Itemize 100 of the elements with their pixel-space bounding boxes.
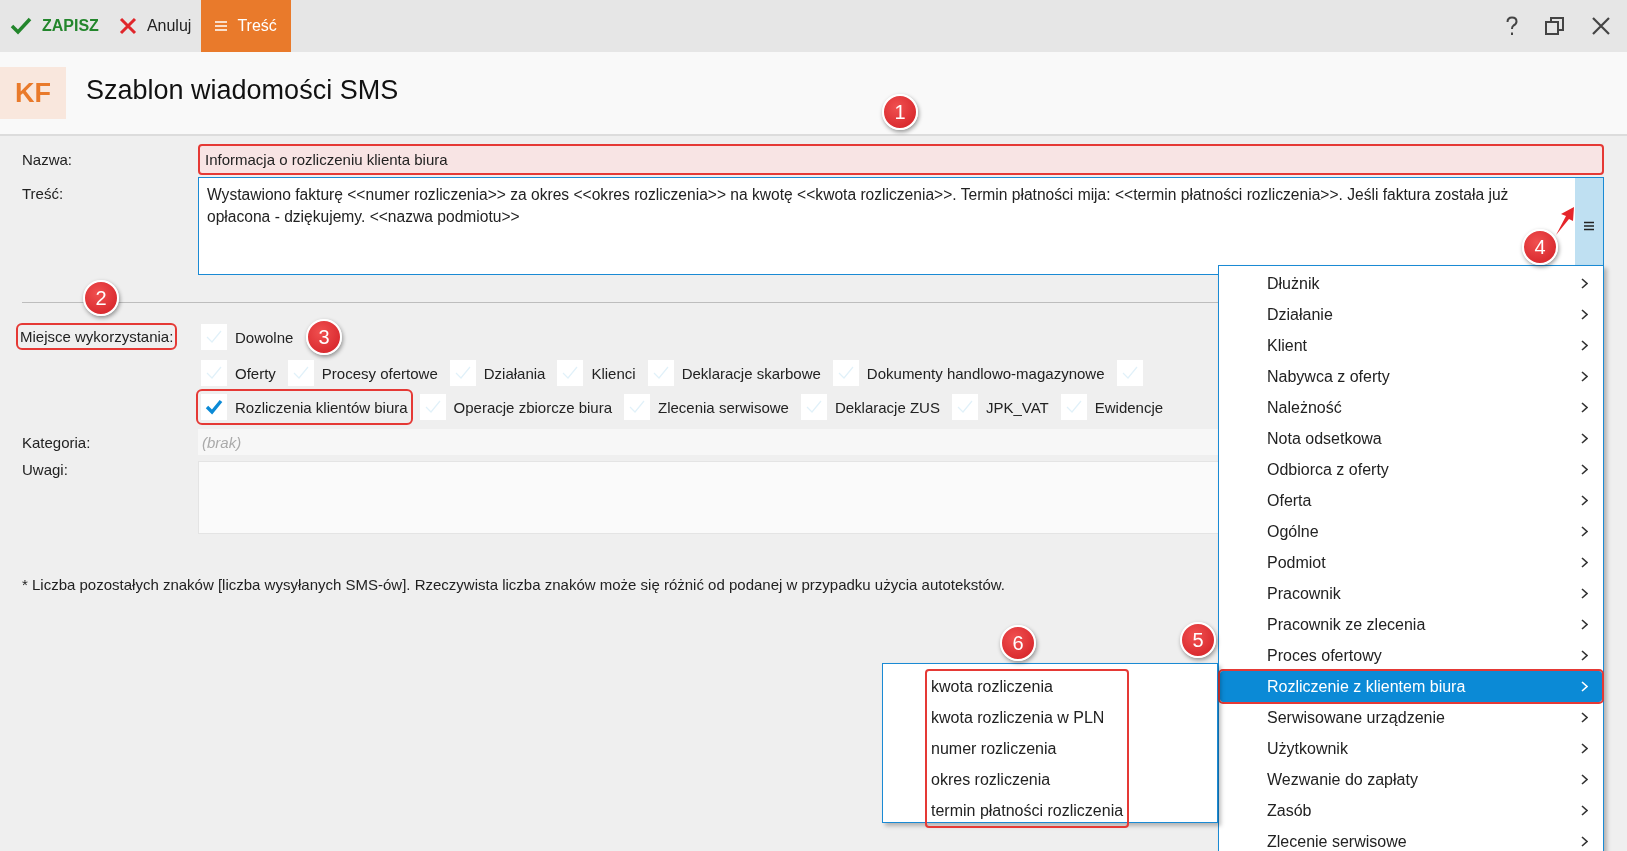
menu-item[interactable]: Serwisowane urządzenie <box>1220 702 1602 733</box>
checkbox-label[interactable]: Ewidencje <box>1094 398 1164 416</box>
checkbox-label[interactable]: Dokumenty handlowo-magazynowe <box>866 364 1105 382</box>
menu-item[interactable]: Wezwanie do zapłaty <box>1220 764 1602 795</box>
name-label: Nazwa: <box>22 151 73 168</box>
menu-item[interactable]: Należność <box>1220 392 1602 423</box>
category-label: Kategoria: <box>22 433 91 451</box>
message-text: Wystawiono fakturę <<numer rozliczenia>> za okres <<okres rozliczenia>> na kwotę <<kwota rozliczenia>>. Termin płatności mija: <<termin płatności rozliczenia>>. Jeśli faktura została już opłacona - dziękujemy. <<nazwa podmiotu>> <box>207 186 1509 225</box>
window-title: Szablon wiadomości SMS <box>86 74 399 106</box>
checkbox[interactable] <box>287 360 314 386</box>
menu-item[interactable]: Proces ofertowy <box>1220 640 1602 671</box>
menu-item[interactable]: Ogólne <box>1220 516 1602 547</box>
chevron-right-icon <box>1581 464 1588 475</box>
checkbox-label[interactable]: Dowolne <box>235 328 294 346</box>
menu-item[interactable]: Zlecenie serwisowe <box>1220 826 1602 851</box>
faint-check-icon <box>836 365 855 381</box>
checkbox-option[interactable]: Deklaracje skarbowe <box>644 357 824 389</box>
restore-window-icon[interactable] <box>1545 16 1565 36</box>
checkbox[interactable] <box>1060 394 1087 420</box>
faint-check-icon <box>955 399 974 415</box>
checkbox-option[interactable]: Deklaracje ZUS <box>797 391 943 423</box>
menu-icon <box>1584 221 1594 231</box>
name-field[interactable]: Informacja o rozliczeniu klienta biura <box>198 144 1604 175</box>
checkbox[interactable] <box>800 394 827 420</box>
checkbox[interactable] <box>951 394 978 420</box>
faint-check-icon <box>804 399 823 415</box>
chevron-right-icon <box>1581 433 1588 444</box>
menu-item[interactable]: Rozliczenie z klientem biura <box>1220 671 1602 702</box>
faint-check-icon <box>628 399 646 415</box>
faint-check-icon <box>205 329 223 345</box>
checkbox-label[interactable]: Działania <box>483 364 546 382</box>
submenu-item[interactable]: okres rozliczenia <box>931 764 1124 795</box>
pointer-arrow <box>1554 206 1576 236</box>
checkbox-label[interactable]: JPK_VAT <box>985 398 1049 416</box>
checkbox-label[interactable]: Deklaracje ZUS <box>834 398 940 416</box>
menu-item[interactable]: Zasób <box>1220 795 1602 826</box>
faint-check-icon <box>651 365 670 381</box>
annotation-badge: 2 <box>83 280 119 316</box>
checkbox-option[interactable]: Dokumenty handlowo-magazynowe <box>829 357 1108 389</box>
chevron-right-icon <box>1581 805 1588 816</box>
checkbox-option[interactable]: Rozliczenia klientów biura <box>198 391 411 423</box>
menu-item[interactable]: Pracownik <box>1220 578 1602 609</box>
chevron-right-icon <box>1581 340 1588 351</box>
logo-badge: KF <box>0 67 66 119</box>
checkbox[interactable] <box>201 324 227 350</box>
checkbox-label[interactable]: Rozliczenia klientów biura <box>235 398 408 416</box>
checkbox-label[interactable]: Klienci <box>591 364 636 382</box>
menu-item[interactable]: Podmiot <box>1220 547 1602 578</box>
chevron-right-icon <box>1581 557 1588 568</box>
faint-check-icon <box>291 365 310 381</box>
checkbox[interactable] <box>832 360 859 386</box>
chevron-right-icon <box>1581 774 1588 785</box>
checkbox-option[interactable]: Oferty <box>198 357 279 389</box>
menu-item[interactable]: Dłużnik <box>1220 268 1602 299</box>
checkbox-label[interactable]: Deklaracje skarbowe <box>681 364 821 382</box>
checkbox-option[interactable]: Działania <box>446 357 549 389</box>
checkbox[interactable] <box>201 360 227 386</box>
checkbox-option[interactable]: Dowolne <box>198 321 297 353</box>
checkbox-option[interactable]: Operacje zbiorcze biura <box>416 391 615 423</box>
checkbox-label[interactable]: Operacje zbiorcze biura <box>453 398 612 416</box>
annotation-badge: 5 <box>1180 622 1216 658</box>
checkbox-option[interactable]: Klienci <box>554 357 639 389</box>
checkbox-option[interactable]: Ewidencje <box>1057 391 1167 423</box>
message-field[interactable] <box>198 177 1604 275</box>
checkbox-label[interactable]: Oferty <box>235 364 276 382</box>
submenu-item[interactable]: termin płatności rozliczenia <box>931 795 1124 826</box>
menu-item[interactable]: Użytkownik <box>1220 733 1602 764</box>
close-icon <box>118 17 137 35</box>
checkbox-option[interactable]: Procesy ofertowe <box>284 357 441 389</box>
submenu-item[interactable]: kwota rozliczenia w PLN <box>931 702 1124 733</box>
menu-item[interactable]: Oferta <box>1220 485 1602 516</box>
faint-check-icon <box>1120 365 1139 381</box>
menu-item[interactable]: Nabywca z oferty <box>1220 361 1602 392</box>
checkbox[interactable] <box>647 360 674 386</box>
chevron-right-icon <box>1581 650 1588 661</box>
menu-item[interactable]: Odbiorca z oferty <box>1220 454 1602 485</box>
checkbox[interactable] <box>557 360 584 386</box>
save-button[interactable]: ZAPISZ <box>0 0 109 52</box>
checkbox-label[interactable]: Procesy ofertowe <box>321 364 438 382</box>
chevron-right-icon <box>1581 743 1588 754</box>
chevron-right-icon <box>1581 712 1588 723</box>
checkbox[interactable] <box>449 360 476 386</box>
chevron-right-icon <box>1581 526 1588 537</box>
chevron-right-icon <box>1581 402 1588 413</box>
faint-check-icon <box>423 399 442 415</box>
checkbox[interactable] <box>419 394 446 420</box>
submenu-item[interactable]: kwota rozliczenia <box>931 671 1124 702</box>
menu-item[interactable]: Klient <box>1220 330 1602 361</box>
checkbox-option[interactable]: JPK_VAT <box>948 391 1052 423</box>
menu-item[interactable]: Działanie <box>1220 299 1602 330</box>
close-icon[interactable] <box>1591 16 1611 36</box>
checkbox-option[interactable]: Zlecenia serwisowe <box>621 391 792 423</box>
checkbox[interactable] <box>624 394 650 420</box>
cancel-button[interactable]: Anuluj <box>108 0 202 52</box>
checkbox-label[interactable]: Zlecenia serwisowe <box>658 398 789 416</box>
menu-item[interactable]: Pracownik ze zlecenia <box>1220 609 1602 640</box>
menu-icon <box>215 20 228 32</box>
checkbox[interactable] <box>201 394 227 420</box>
help-icon[interactable] <box>1505 16 1519 36</box>
submenu-item[interactable]: numer rozliczenia <box>931 733 1124 764</box>
